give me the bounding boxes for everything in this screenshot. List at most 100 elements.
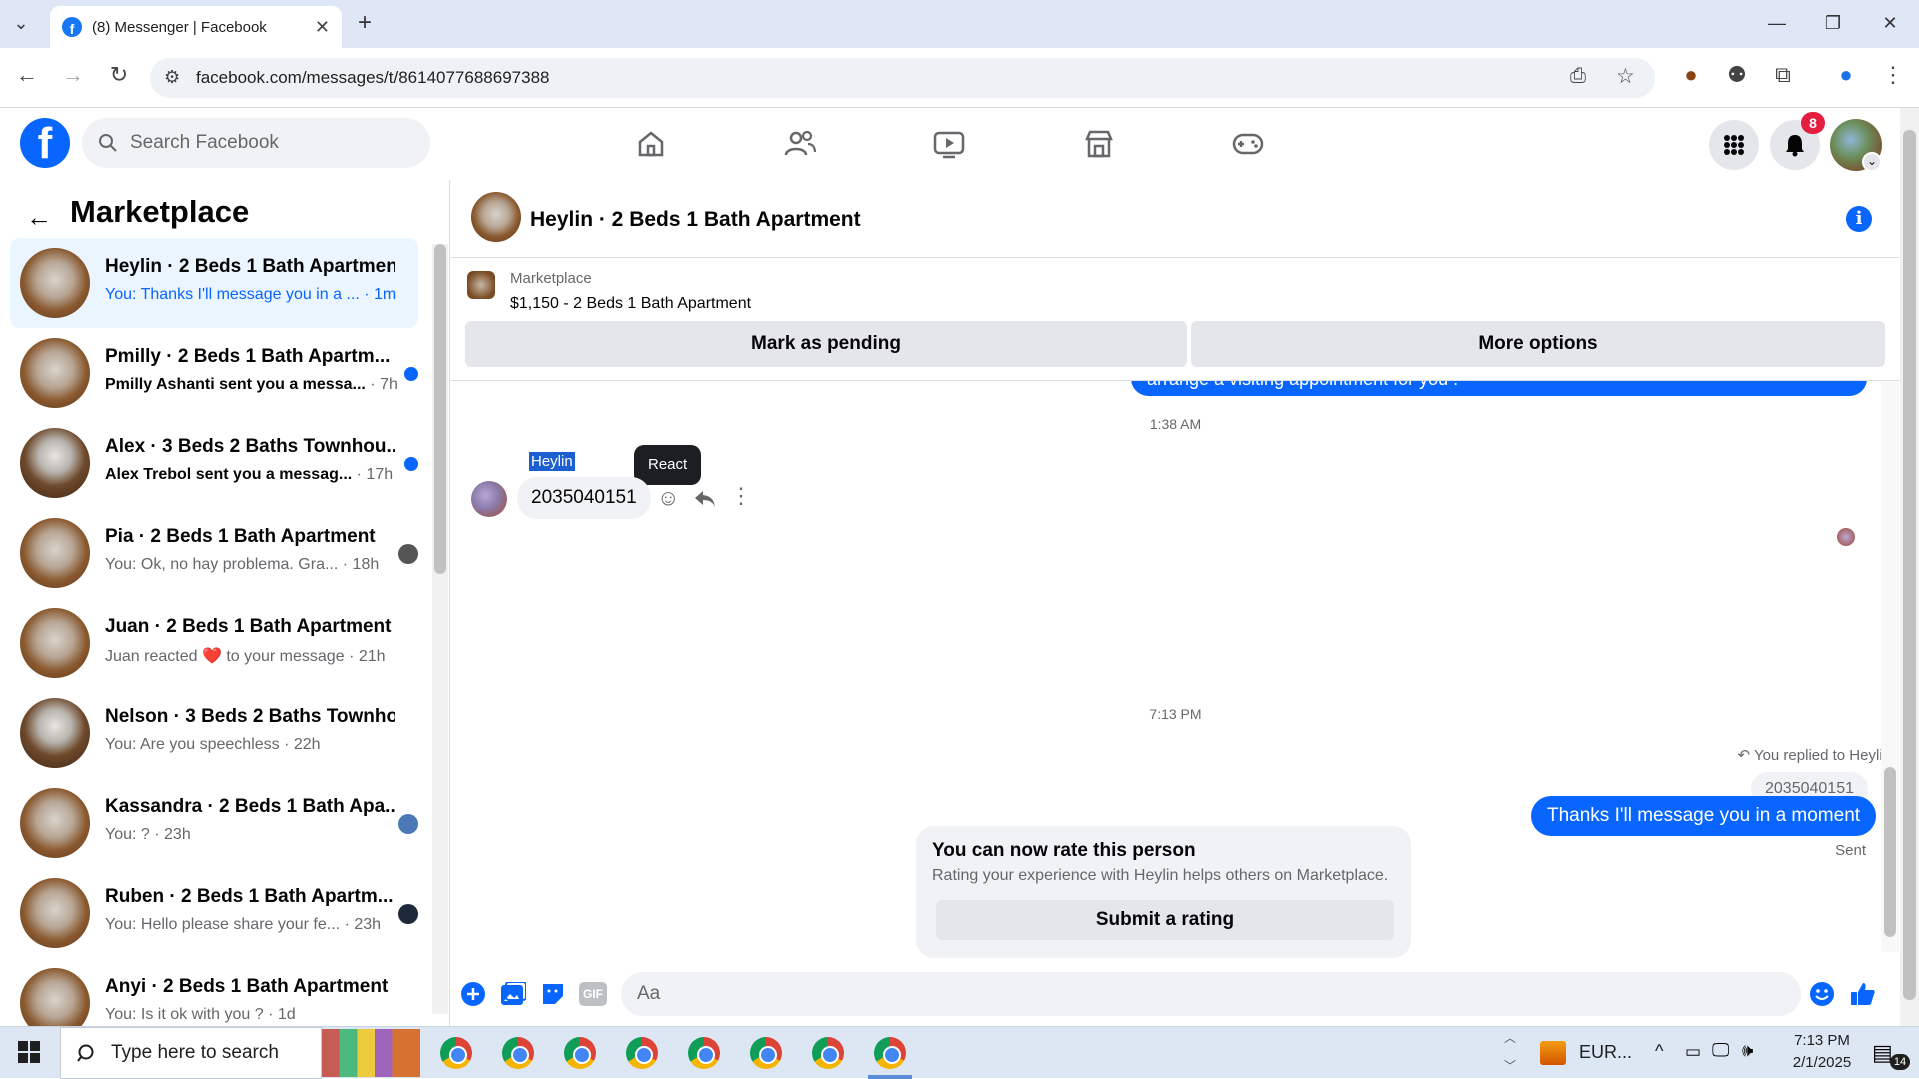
conversation-preview: Alex Trebol sent you a messag... [105, 466, 353, 483]
chevron-up-icon[interactable]: ︿ [1504, 1029, 1516, 1046]
chevron-down-icon[interactable]: ﹀ [1504, 1057, 1516, 1074]
account-chevron-down-icon[interactable]: ⌄ [1862, 152, 1882, 172]
photo-icon[interactable] [499, 980, 527, 1008]
conversation-item[interactable]: Alex · 3 Beds 2 Baths Townhou... Alex Tr… [10, 418, 418, 508]
conversation-name: Alex · 3 Beds 2 Baths Townhou... [105, 436, 395, 457]
browser-tab[interactable]: f (8) Messenger | Facebook ✕ [50, 6, 342, 48]
conversation-item[interactable]: Anyi · 2 Beds 1 Bath Apartment You: Is i… [10, 958, 418, 1026]
listing-price-title[interactable]: $1,150 - 2 Beds 1 Bath Apartment [510, 295, 751, 313]
extensions-puzzle-icon[interactable]: ⧉ [1768, 62, 1798, 88]
scrollbar-thumb[interactable] [1884, 767, 1896, 937]
chrome-taskbar-icon[interactable] [750, 1037, 782, 1069]
profile-icon[interactable]: ● [1831, 62, 1861, 88]
tab-search-chevron-icon[interactable]: ⌄ [4, 8, 38, 38]
listing-thumbnail[interactable] [467, 271, 495, 299]
volume-icon[interactable]: 🕪 [1742, 1040, 1753, 1061]
windows-start-icon[interactable] [18, 1041, 40, 1068]
chrome-taskbar-icon[interactable] [812, 1037, 844, 1069]
menu-grid-icon[interactable] [1709, 120, 1759, 170]
conversation-item[interactable]: Juan · 2 Beds 1 Bath Apartment Juan reac… [10, 598, 418, 688]
address-bar[interactable]: ⚙ facebook.com/messages/t/86140776886973… [150, 58, 1655, 98]
chrome-taskbar-icon[interactable] [874, 1037, 906, 1069]
robot-extension-icon[interactable]: ⚉ [1722, 62, 1752, 88]
conversation-item[interactable]: Nelson · 3 Beds 2 Baths Townho... You: A… [10, 688, 418, 778]
taskbar-search-placeholder: Type here to search [111, 1042, 279, 1063]
chrome-taskbar-icon[interactable] [564, 1037, 596, 1069]
info-icon[interactable]: i [1846, 206, 1872, 232]
facebook-logo[interactable]: f [20, 118, 70, 168]
tab-title: (8) Messenger | Facebook [92, 18, 267, 36]
sender-avatar[interactable] [471, 481, 507, 517]
message-input[interactable]: Aa [621, 972, 1801, 1016]
chrome-taskbar-icon[interactable] [626, 1037, 658, 1069]
back-arrow-icon[interactable]: ← [26, 202, 52, 233]
more-options-button[interactable]: More options [1191, 321, 1885, 367]
forward-arrow-icon[interactable]: → [58, 62, 88, 88]
back-arrow-icon[interactable]: ← [12, 62, 42, 88]
emoji-icon[interactable] [1808, 980, 1836, 1008]
submit-rating-button[interactable]: Submit a rating [936, 900, 1394, 940]
taskbar-date[interactable]: 2/1/2025 [1772, 1054, 1872, 1071]
conversation-preview: Pmilly Ashanti sent you a messa... [105, 376, 366, 393]
restore-window-icon[interactable]: ❐ [1816, 8, 1850, 38]
close-window-icon[interactable]: ✕ [1873, 8, 1907, 38]
network-icon[interactable]: 🖵 [1712, 1040, 1729, 1061]
currency-widget-icon[interactable] [1540, 1041, 1566, 1065]
rate-subtitle: Rating your experience with Heylin helps… [932, 867, 1389, 884]
new-tab-button[interactable]: + [348, 8, 382, 38]
browser-menu-icon[interactable]: ⋮ [1878, 62, 1908, 88]
conversation-item[interactable]: Pmilly · 2 Beds 1 Bath Apartm... Pmilly … [10, 328, 418, 418]
reply-arrow-icon: ↶ [1737, 747, 1754, 764]
scrollbar-thumb[interactable] [1903, 130, 1916, 1000]
reply-arrow-icon[interactable] [694, 489, 716, 509]
chat-header: Heylin · 2 Beds 1 Bath Apartment i [451, 180, 1900, 258]
conversation-item[interactable]: Kassandra · 2 Beds 1 Bath Apa... You: ? … [10, 778, 418, 868]
cookie-extension-icon[interactable]: ● [1676, 62, 1706, 88]
facebook-search-input[interactable]: Search Facebook [82, 118, 430, 168]
gaming-icon[interactable] [1230, 126, 1266, 162]
conversation-time: · 18h [342, 556, 380, 573]
thumbs-up-icon[interactable] [1849, 980, 1877, 1008]
conversation-item[interactable]: Pia · 2 Beds 1 Bath Apartment You: Ok, n… [10, 508, 418, 598]
show-hidden-icons-icon[interactable]: ^ [1655, 1041, 1663, 1062]
taskbar-time[interactable]: 7:13 PM [1772, 1032, 1872, 1049]
sticker-icon[interactable] [539, 980, 567, 1008]
search-icon [77, 1044, 94, 1062]
react-emoji-icon[interactable]: ☺ [657, 485, 679, 511]
outgoing-message-bubble[interactable]: Thanks I'll message you in a moment [1531, 796, 1877, 836]
chrome-taskbar-icon[interactable] [502, 1037, 534, 1069]
message-timestamp: 7:13 PM [1149, 706, 1202, 722]
home-icon[interactable] [633, 126, 669, 162]
chrome-taskbar-icon[interactable] [688, 1037, 720, 1069]
scrollbar-thumb[interactable] [434, 244, 446, 574]
gif-icon[interactable]: GIF [579, 982, 607, 1006]
reload-icon[interactable]: ↻ [104, 62, 134, 88]
chat-title[interactable]: Heylin · 2 Beds 1 Bath Apartment [530, 208, 861, 232]
install-app-icon[interactable]: ⎙ [1570, 65, 1586, 88]
close-tab-icon[interactable]: ✕ [315, 17, 330, 38]
incoming-message-bubble[interactable]: 2035040151 [517, 477, 651, 519]
video-icon[interactable] [931, 126, 967, 162]
currency-widget-label[interactable]: EUR... [1579, 1042, 1632, 1063]
site-info-icon[interactable]: ⚙ [164, 67, 180, 88]
taskbar-search-box[interactable]: Type here to search [60, 1027, 322, 1079]
add-plus-icon[interactable] [459, 980, 487, 1008]
books-widget-icon[interactable] [322, 1029, 420, 1077]
conversation-item[interactable]: Heylin · 2 Beds 1 Bath Apartment You: Th… [10, 238, 418, 328]
chrome-taskbar-icon[interactable] [440, 1037, 472, 1069]
marketplace-icon[interactable] [1081, 126, 1117, 162]
conversation-item[interactable]: Ruben · 2 Beds 1 Bath Apartm... You: Hel… [10, 868, 418, 958]
minimize-window-icon[interactable]: — [1760, 8, 1794, 38]
friends-icon[interactable] [782, 126, 818, 162]
more-actions-icon[interactable]: ⋮ [730, 483, 752, 509]
chat-scrollbar[interactable] [1881, 382, 1899, 952]
outgoing-message-bubble[interactable]: arrange a visiting appointment for you . [1131, 381, 1867, 396]
message-timestamp: 1:38 AM [1149, 416, 1202, 432]
chat-listing-avatar[interactable] [471, 192, 521, 242]
page-scrollbar[interactable] [1900, 108, 1919, 1026]
bookmark-star-icon[interactable]: ☆ [1616, 64, 1635, 89]
sidebar-scrollbar[interactable] [432, 244, 448, 1014]
battery-icon[interactable]: ▭ [1685, 1042, 1701, 1062]
message-thread: arrange a visiting appointment for you .… [451, 381, 1900, 961]
mark-as-pending-button[interactable]: Mark as pending [465, 321, 1187, 367]
